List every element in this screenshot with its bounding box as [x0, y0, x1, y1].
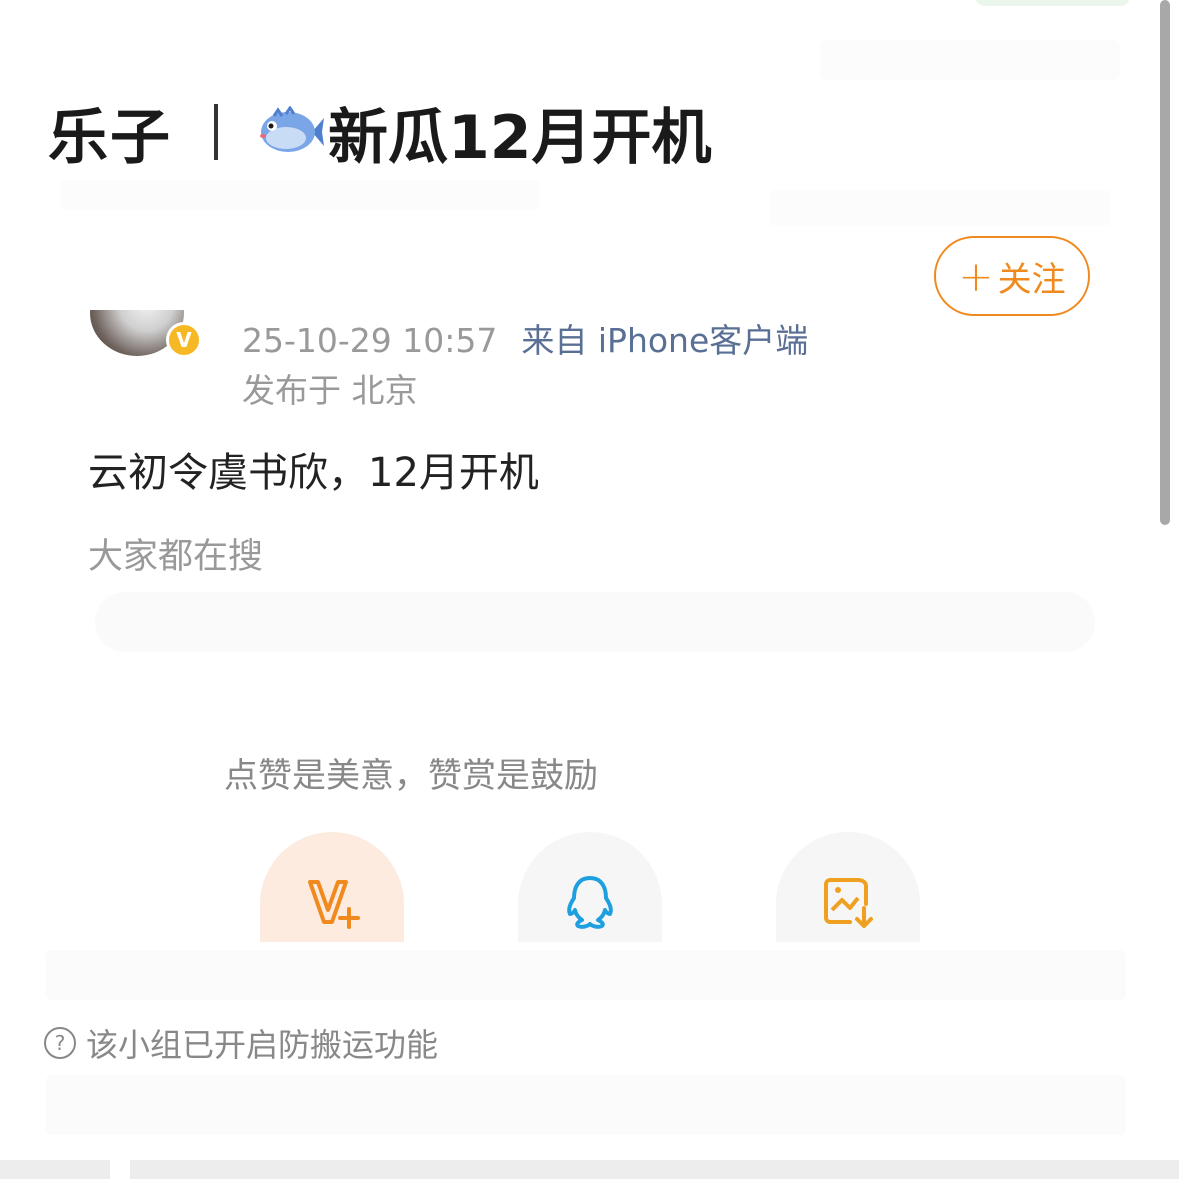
share-vplus-button[interactable]: [260, 832, 404, 942]
bottom-bar-right: [130, 1160, 1179, 1179]
bg-text-shadow: [46, 1075, 1126, 1135]
top-tag: [975, 0, 1130, 6]
share-qq-button[interactable]: [518, 832, 662, 942]
post-text: 云初令虞书欣，12月开机: [88, 450, 539, 496]
group-header: 乐子 新瓜12月开机: [48, 92, 712, 173]
bg-text-shadow: [60, 180, 540, 210]
bg-text-shadow: [46, 950, 1126, 1000]
post-header: V 25-10-29 10:57 来自 iPhone客户端 发布于 北京: [0, 310, 1150, 420]
blowfish-icon: [260, 106, 324, 152]
qq-icon: [567, 876, 613, 929]
trending-search-label: 大家都在搜: [88, 537, 264, 577]
bg-text-shadow: [770, 190, 1110, 226]
help-circle-icon[interactable]: ?: [44, 1027, 76, 1059]
bg-card-shadow: [95, 592, 1095, 652]
group-title: 乐子: [48, 102, 172, 173]
post-source[interactable]: 来自 iPhone客户端: [521, 321, 808, 360]
post-meta: 25-10-29 10:57 来自 iPhone客户端: [242, 314, 808, 362]
notice-text: 该小组已开启防搬运功能: [86, 1026, 439, 1064]
bottom-bar-left: [0, 1160, 110, 1179]
bg-text-shadow: [820, 40, 1120, 80]
verified-badge-icon: V: [166, 322, 202, 358]
follow-button[interactable]: + 关注: [934, 236, 1090, 316]
plus-icon: +: [958, 251, 994, 301]
reward-hint: 点赞是美意，赞赏是鼓励: [224, 756, 598, 796]
follow-label: 关注: [997, 259, 1066, 300]
anti-repost-notice: ? 该小组已开启防搬运功能: [44, 1020, 438, 1066]
title-divider: [214, 104, 218, 160]
scrollbar[interactable]: [1160, 0, 1170, 525]
post-location: 发布于 北京: [242, 371, 418, 410]
post-time: 25-10-29 10:57: [242, 321, 498, 360]
share-save-image-button[interactable]: [776, 832, 920, 942]
vplus-icon: [308, 880, 360, 929]
group-subtitle: 新瓜12月开机: [328, 102, 712, 173]
save-image-icon: [824, 878, 873, 928]
